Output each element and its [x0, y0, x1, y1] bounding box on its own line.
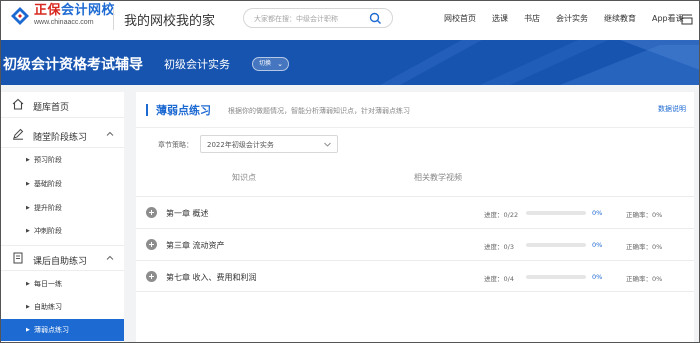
- switch-label: 切换: [259, 60, 272, 67]
- sidebar-item-basic-stage[interactable]: ▶ 基础阶段: [0, 173, 124, 195]
- sidebar-item-label: 薄弱点练习: [34, 326, 69, 334]
- sidebar-item-self-practice[interactable]: ▶ 自助练习: [0, 296, 124, 318]
- page-description: 根据你的做题情况，智能分析薄弱知识点，针对薄弱点练习: [228, 107, 410, 115]
- progress-label: 进度：0/4: [484, 275, 514, 283]
- column-header-video: 相关教学视频: [414, 173, 462, 182]
- site-slogan: 我的网校我的家: [124, 14, 216, 29]
- nav-continuing-education[interactable]: 继续教育: [604, 13, 636, 24]
- nav-home[interactable]: 网校首页: [444, 13, 476, 24]
- chapter-name: 第七章 收入、费用和利润: [166, 273, 257, 282]
- search-box[interactable]: 大家都在搜：中级会计职称: [243, 8, 393, 28]
- banner-title: 初级会计资格考试辅导: [3, 57, 143, 73]
- sidebar-item-home[interactable]: 题库首页: [0, 92, 124, 118]
- pencil-icon: [13, 128, 24, 140]
- sidebar-item-daily-practice[interactable]: ▶ 每日一练: [0, 273, 124, 295]
- banner-decoration: [380, 40, 700, 85]
- expand-icon[interactable]: [146, 239, 157, 250]
- banner-subtitle: 初级会计实务: [164, 58, 230, 71]
- sidebar: 题库首页 随堂阶段练习 ▶ 预习阶段 ▶ 基础阶段 ▶ 提升阶段 ▶ 冲刺阶段 …: [0, 92, 124, 343]
- search-input[interactable]: 大家都在搜：中级会计职称: [254, 14, 338, 24]
- nav-bookstore[interactable]: 书店: [524, 13, 540, 24]
- bullet-icon: ▶: [26, 157, 30, 163]
- window-controls-icon[interactable]: [680, 12, 694, 26]
- logo-brand-red: 正保: [34, 3, 62, 18]
- progress-percent: 0%: [592, 273, 603, 281]
- sidebar-item-label: 自助练习: [34, 303, 62, 311]
- chapter-filter-label: 章节策略：: [158, 141, 193, 149]
- sidebar-item-label: 冲刺阶段: [34, 227, 62, 235]
- site-logo[interactable]: 正保会计网校 www.chinaacc.com: [10, 4, 115, 28]
- sidebar-item-label: 预习阶段: [34, 156, 62, 164]
- sidebar-item-preview-stage[interactable]: ▶ 预习阶段: [0, 149, 124, 171]
- bullet-icon: ▶: [26, 205, 30, 211]
- progress-label: 进度：0/22: [484, 211, 519, 219]
- sidebar-item-weak-point-practice[interactable]: ▶ 薄弱点练习: [0, 319, 124, 341]
- bullet-icon: ▶: [26, 181, 30, 187]
- progress-percent: 0%: [592, 209, 603, 217]
- sidebar-group-stage-practice[interactable]: 随堂阶段练习: [0, 122, 124, 148]
- bullet-icon: ▶: [26, 327, 30, 333]
- course-banner: 初级会计资格考试辅导 初级会计实务: [0, 40, 700, 85]
- table-row[interactable]: 第三章 流动资产 进度：0/3 0% 正确率：0%: [136, 228, 694, 260]
- accuracy-rate: 正确率：0%: [626, 211, 663, 219]
- document-icon: [13, 252, 23, 264]
- sidebar-item-improve-stage[interactable]: ▶ 提升阶段: [0, 197, 124, 219]
- progress-bar: [526, 211, 586, 215]
- chapter-name: 第三章 流动资产: [166, 241, 225, 250]
- sidebar-item-label: 提升阶段: [34, 204, 62, 212]
- bullet-icon: ▶: [26, 304, 30, 310]
- progress-bar: [526, 243, 586, 247]
- chevron-up-icon: [106, 131, 114, 136]
- nav-app[interactable]: App看课: [652, 13, 684, 24]
- bullet-icon: ▶: [26, 281, 30, 287]
- main-header: 薄弱点练习 根据你的做题情况，智能分析薄弱知识点，针对薄弱点练习 数据说明: [136, 92, 694, 128]
- chapter-filter-value: 2022年初级会计实务: [207, 141, 274, 149]
- home-icon: [12, 98, 24, 110]
- sidebar-group-self-practice[interactable]: 课后自助练习: [0, 245, 124, 271]
- table-row[interactable]: 第一章 概述 进度：0/22 0% 正确率：0%: [136, 196, 694, 228]
- table-row[interactable]: 第七章 收入、费用和利润 进度：0/4 0% 正确率：0%: [136, 260, 694, 292]
- nav-accounting-practice[interactable]: 会计实务: [556, 13, 588, 24]
- chapter-name: 第一章 概述: [166, 209, 209, 218]
- logo-url: www.chinaacc.com: [34, 19, 94, 26]
- progress-percent: 0%: [592, 241, 603, 249]
- progress-label: 进度：0/3: [484, 243, 514, 251]
- main-panel: 薄弱点练习 根据你的做题情况，智能分析薄弱知识点，针对薄弱点练习 数据说明 章节…: [136, 92, 694, 343]
- sidebar-group-label: 随堂阶段练习: [33, 133, 88, 143]
- top-header: 正保会计网校 www.chinaacc.com 我的网校我的家 大家都在搜：中级…: [0, 0, 700, 40]
- bullet-icon: ▶: [26, 228, 30, 234]
- title-accent-bar: [146, 104, 148, 116]
- progress-bar: [526, 275, 586, 279]
- sidebar-item-sprint-stage[interactable]: ▶ 冲刺阶段: [0, 220, 124, 242]
- page-title: 薄弱点练习: [156, 104, 211, 117]
- accuracy-rate: 正确率：0%: [626, 275, 663, 283]
- header-divider: [113, 8, 114, 30]
- sidebar-item-label: 每日一练: [34, 280, 62, 288]
- sidebar-group-label: 课后自助练习: [33, 257, 88, 267]
- sidebar-item-label: 基础阶段: [34, 180, 62, 188]
- sidebar-item-label: 题库首页: [33, 103, 70, 113]
- column-header-knowledge: 知识点: [232, 173, 256, 182]
- accuracy-rate: 正确率：0%: [626, 243, 663, 251]
- expand-icon[interactable]: [146, 207, 157, 218]
- logo-brand-blue: 会计网校: [61, 3, 116, 18]
- chapter-filter-select[interactable]: 2022年初级会计实务: [200, 135, 338, 153]
- chevron-up-icon: [106, 255, 114, 260]
- logo-mark-icon: [10, 6, 30, 26]
- search-icon[interactable]: [369, 12, 382, 25]
- switch-course-button[interactable]: 切换 ⌄: [252, 57, 289, 71]
- expand-icon[interactable]: [146, 271, 157, 282]
- data-explanation-link[interactable]: 数据说明: [658, 104, 686, 114]
- nav-courses[interactable]: 选课: [492, 13, 508, 24]
- chevron-down-icon: [324, 142, 331, 147]
- chevron-down-icon: ⌄: [277, 60, 283, 68]
- top-nav: 网校首页 选课 书店 会计实务 继续教育 App看课: [444, 13, 700, 24]
